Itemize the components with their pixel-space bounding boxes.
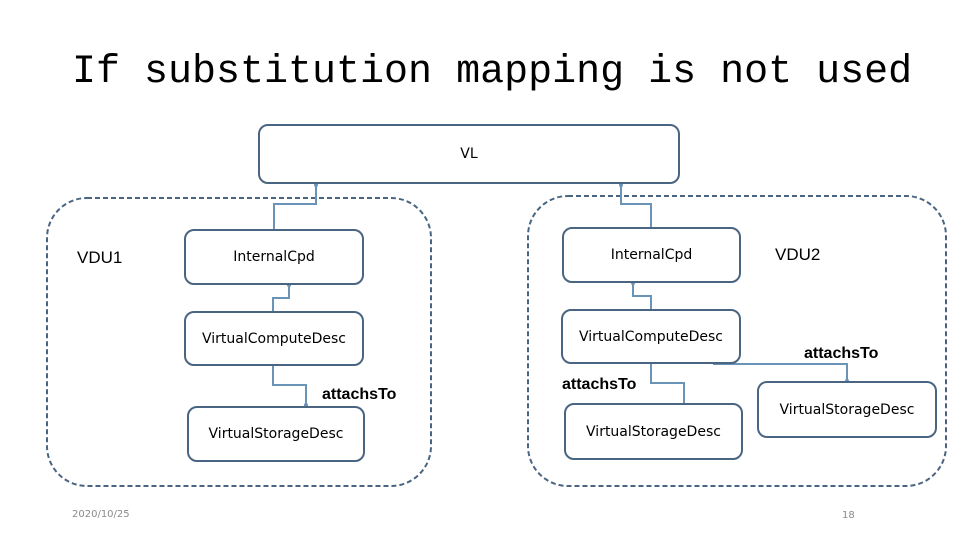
- connector-vdu2-compute-to-cpd: [632, 282, 652, 310]
- vdu1-internal-cpd-node[interactable]: InternalCpd: [184, 229, 364, 285]
- vdu2-attachs-to-label-1: attachsTo: [562, 376, 637, 393]
- vdu2-internal-cpd-node[interactable]: InternalCpd: [562, 227, 741, 283]
- vl-node[interactable]: VL: [258, 124, 680, 184]
- vdu2-virtual-compute-desc-label: VirtualComputeDesc: [579, 328, 723, 345]
- connector-vdu2-compute-to-storage2: [713, 362, 848, 382]
- connector-vdu1-compute-to-cpd: [272, 284, 290, 312]
- vdu1-virtual-compute-desc-label: VirtualComputeDesc: [202, 330, 346, 347]
- vdu2-virtual-storage-desc-label-1: VirtualStorageDesc: [586, 423, 721, 440]
- vdu1-virtual-storage-desc-node[interactable]: VirtualStorageDesc: [187, 406, 365, 462]
- slide-date: 2020/10/25: [72, 509, 130, 520]
- connector-vdu1-cpd-to-vl: [273, 184, 317, 229]
- vdu1-label: VDU1: [77, 248, 123, 267]
- vdu2-internal-cpd-label: InternalCpd: [610, 247, 693, 263]
- vdu1-virtual-compute-desc-node[interactable]: VirtualComputeDesc: [184, 311, 364, 366]
- vdu2-virtual-storage-desc-node-1[interactable]: VirtualStorageDesc: [564, 403, 743, 460]
- vdu1-attachs-to-label: attachsTo: [322, 386, 397, 403]
- vl-label: VL: [460, 146, 478, 162]
- vdu2-attachs-to-label-2: attachsTo: [804, 345, 879, 362]
- vdu1-internal-cpd-label: InternalCpd: [233, 249, 315, 265]
- connector-vdu2-cpd-to-vl: [620, 184, 652, 228]
- vdu1-virtual-storage-desc-label: VirtualStorageDesc: [208, 426, 344, 442]
- connector-vdu2-compute-to-storage1: [650, 362, 685, 404]
- vdu2-virtual-storage-desc-node-2[interactable]: VirtualStorageDesc: [757, 381, 937, 438]
- connector-vdu1-compute-to-storage: [272, 365, 307, 406]
- slide-page-number: 18: [842, 510, 855, 521]
- vdu2-virtual-compute-desc-node[interactable]: VirtualComputeDesc: [561, 309, 741, 364]
- diagram-canvas: [46, 183, 947, 487]
- vdu2-label: VDU2: [775, 245, 821, 264]
- vdu2-virtual-storage-desc-label-2: VirtualStorageDesc: [779, 401, 915, 418]
